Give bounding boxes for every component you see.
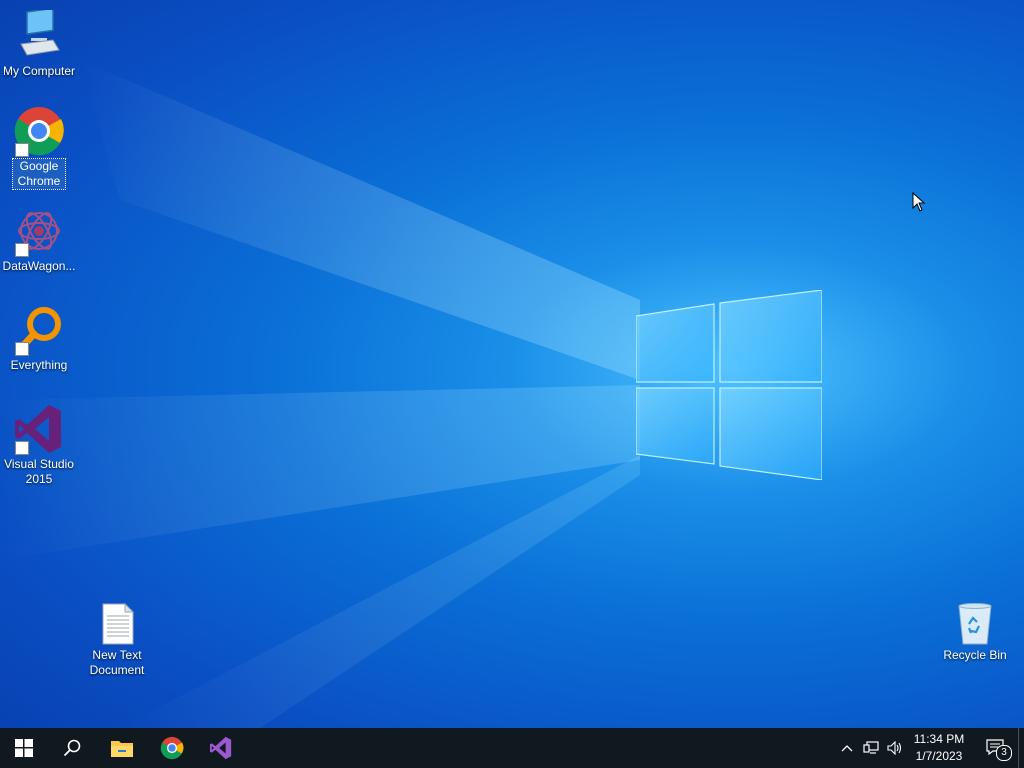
shortcut-arrow-icon: [15, 243, 29, 257]
notification-count-badge: 3: [996, 745, 1012, 761]
taskbar: 11:34 PM 1/7/2023 3: [0, 728, 1024, 768]
start-icon: [15, 739, 33, 757]
shortcut-arrow-icon: [15, 441, 29, 455]
taskbar-chrome[interactable]: [148, 728, 196, 768]
desktop-icon-datawagon[interactable]: DataWagon...: [0, 205, 78, 274]
notification-icon: 3: [986, 739, 1012, 761]
show-desktop-button[interactable]: [1018, 728, 1024, 768]
visual-studio-icon: [209, 736, 232, 760]
chrome-icon: [13, 105, 65, 157]
search-button[interactable]: [48, 728, 96, 768]
desktop-icon-google-chrome[interactable]: Google Chrome: [0, 105, 78, 190]
taskbar-visual-studio[interactable]: [197, 728, 245, 768]
chrome-icon: [160, 736, 184, 760]
mouse-cursor-icon: [912, 192, 926, 212]
start-button[interactable]: [0, 728, 48, 768]
text-document-icon: [91, 602, 143, 646]
datawagon-icon: [13, 205, 65, 257]
desktop-icon-my-computer[interactable]: My Computer: [0, 7, 78, 79]
clock-date: 1/7/2023: [915, 749, 963, 763]
windows-logo-wallpaper: [636, 290, 822, 480]
desktop-icon-recycle-bin[interactable]: Recycle Bin: [936, 602, 1014, 663]
clock-button[interactable]: 11:34 PM 1/7/2023: [906, 728, 972, 768]
desktop[interactable]: My Computer Google Chrome DataWagon... E…: [0, 0, 1024, 728]
shortcut-arrow-icon: [15, 342, 29, 356]
computer-icon: [13, 7, 65, 62]
network-icon: [863, 741, 879, 754]
desktop-icon-new-text-document[interactable]: New Text Document: [78, 602, 156, 678]
visual-studio-icon: [13, 403, 65, 455]
desktop-icon-visual-studio-2015[interactable]: Visual Studio 2015: [0, 403, 78, 487]
taskbar-file-explorer[interactable]: [98, 728, 146, 768]
desktop-icon-everything[interactable]: Everything: [0, 304, 78, 373]
clock-time: 11:34 PM: [913, 732, 965, 746]
recycle-bin-icon: [949, 602, 1001, 646]
speaker-icon: [887, 741, 902, 755]
everything-search-icon: [13, 304, 65, 356]
file-explorer-icon: [111, 741, 133, 757]
action-center-button[interactable]: 3: [976, 728, 1016, 768]
shortcut-arrow-icon: [15, 143, 29, 157]
show-hidden-icons-button[interactable]: [836, 728, 858, 768]
search-icon: [63, 739, 81, 757]
volume-button[interactable]: [884, 728, 906, 768]
chevron-up-icon: [841, 745, 853, 752]
network-button[interactable]: [860, 728, 882, 768]
clock: 11:34 PM 1/7/2023: [914, 731, 964, 765]
